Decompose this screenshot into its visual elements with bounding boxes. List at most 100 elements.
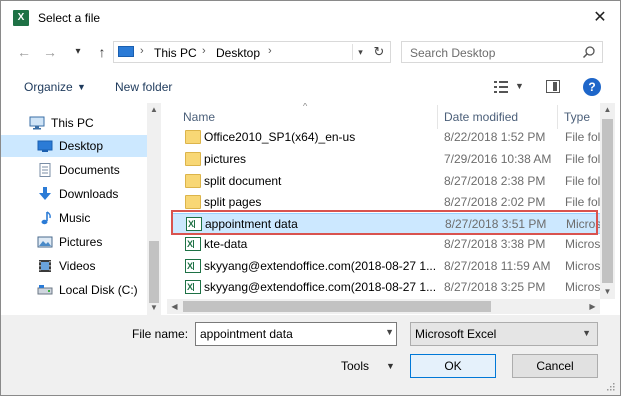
excel-file-icon [186, 217, 202, 231]
file-row[interactable]: pictures 7/29/2016 10:38 AM File fol [171, 149, 603, 170]
sidebar-item-music[interactable]: Music [1, 207, 147, 229]
sidebar-item-local-disk[interactable]: Local Disk (C:) [1, 279, 147, 301]
column-divider[interactable] [437, 105, 438, 129]
file-name: split document [204, 174, 282, 188]
file-row-selected[interactable]: appointment data 8/27/2018 3:51 PM Micro… [171, 213, 603, 234]
pictures-icon [37, 236, 53, 248]
file-row[interactable]: skyyang@extendoffice.com(2018-08-27 1...… [171, 256, 603, 277]
address-dropdown-icon[interactable]: ▾ [352, 44, 368, 60]
scrollbar-thumb[interactable] [602, 119, 613, 283]
recent-locations-button[interactable]: ▾ [69, 43, 87, 61]
excel-app-icon: X [13, 10, 29, 26]
chevron-down-icon: ▼ [582, 328, 591, 338]
disk-icon [37, 285, 53, 295]
file-type: Micros [565, 280, 601, 294]
scroll-down-icon[interactable]: ▼ [600, 285, 615, 299]
sidebar-item-downloads[interactable]: Downloads [1, 183, 147, 205]
desktop-icon [37, 140, 53, 152]
search-input[interactable]: Search Desktop [410, 46, 495, 60]
ok-button[interactable]: OK [410, 354, 496, 378]
scroll-up-icon[interactable]: ▲ [600, 103, 615, 117]
navigation-pane-scrollbar[interactable]: ▲ ▼ [147, 103, 161, 315]
file-dialog: X Select a file ✕ ← → ▾ ↑ › This PC › De… [0, 0, 621, 396]
file-type-select[interactable]: Microsoft Excel ▼ [410, 322, 598, 346]
sidebar-item-label: Downloads [59, 187, 119, 201]
navigation-bar: ← → ▾ ↑ › This PC › Desktop › ▾ ↻ Search… [1, 35, 620, 71]
search-icon [582, 46, 595, 59]
breadcrumb-desktop[interactable]: Desktop [216, 46, 260, 60]
resize-grip-icon[interactable] [605, 381, 615, 391]
folder-icon [185, 152, 201, 166]
back-button[interactable]: ← [15, 43, 33, 61]
sidebar-item-label: Local Disk (C:) [59, 283, 138, 297]
preview-pane-icon[interactable] [546, 80, 560, 93]
sidebar-item-documents[interactable]: Documents [1, 159, 147, 181]
help-icon[interactable]: ? [583, 78, 601, 96]
file-list-vertical-scrollbar[interactable]: ▲ ▼ [600, 103, 615, 299]
organize-caret-icon[interactable]: ▼ [77, 82, 86, 92]
file-row[interactable]: split pages 8/27/2018 2:02 PM File fol [171, 192, 603, 213]
file-row[interactable]: split document 8/27/2018 2:38 PM File fo… [171, 171, 603, 192]
file-name-label: File name: [132, 327, 189, 341]
file-name-dropdown-icon[interactable]: ▼ [385, 327, 394, 337]
file-row[interactable]: skyyang@extendoffice.com(2018-08-27 1...… [171, 277, 603, 298]
tools-caret-icon[interactable]: ▼ [386, 361, 395, 371]
file-date: 7/29/2016 10:38 AM [444, 152, 552, 166]
scroll-left-icon[interactable]: ◀ [167, 299, 182, 314]
file-name: kte-data [204, 237, 248, 251]
view-options-icon[interactable] [494, 81, 508, 93]
file-row[interactable]: Office2010_SP1(x64)_en-us 8/22/2018 1:52… [171, 127, 603, 148]
excel-file-icon [185, 237, 201, 251]
sidebar-item-videos[interactable]: Videos [1, 255, 147, 277]
address-bar[interactable]: › This PC › Desktop › ▾ ↻ [113, 41, 391, 63]
cancel-button[interactable]: Cancel [512, 354, 598, 378]
file-name: skyyang@extendoffice.com(2018-08-27 1... [204, 280, 437, 294]
sort-ascending-icon: ^ [303, 103, 308, 111]
navigation-pane: This PC Desktop Documents Downloads Musi… [1, 103, 161, 315]
new-folder-button[interactable]: New folder [115, 80, 172, 94]
sidebar-item-this-pc[interactable]: This PC [1, 112, 147, 134]
sidebar-item-pictures[interactable]: Pictures [1, 231, 147, 253]
column-divider[interactable] [557, 105, 558, 129]
scroll-right-icon[interactable]: ▶ [585, 299, 600, 314]
scroll-down-icon[interactable]: ▼ [147, 301, 161, 315]
file-list: ^ Name Date modified Type Office2010_SP1… [167, 103, 620, 315]
file-type: File fol [565, 195, 601, 209]
forward-button[interactable]: → [41, 43, 59, 61]
file-type: Micros [565, 259, 601, 273]
dialog-footer: File name: ▼ Microsoft Excel ▼ Tools ▼ O… [1, 315, 620, 395]
breadcrumb-separator: › [268, 45, 272, 57]
organize-button[interactable]: Organize [24, 80, 73, 94]
close-button[interactable]: ✕ [585, 7, 615, 29]
file-name: pictures [204, 152, 247, 166]
tools-menu-button[interactable]: Tools [341, 359, 369, 373]
file-list-horizontal-scrollbar[interactable]: ◀ ▶ [167, 299, 600, 314]
sidebar-item-label: Documents [59, 163, 120, 177]
music-icon [41, 211, 51, 225]
breadcrumb-this-pc[interactable]: This PC [154, 46, 197, 60]
this-pc-icon [118, 46, 134, 57]
file-type-value: Microsoft Excel [415, 327, 497, 341]
view-options-caret-icon[interactable]: ▼ [515, 81, 524, 91]
sidebar-item-desktop[interactable]: Desktop [1, 135, 147, 157]
downloads-icon [39, 187, 51, 200]
file-row[interactable]: kte-data 8/27/2018 3:38 PM Micros [171, 234, 603, 255]
title-bar: X Select a file ✕ [1, 1, 620, 35]
file-type: File fol [565, 130, 601, 144]
file-name-input[interactable] [200, 326, 376, 342]
search-box[interactable]: Search Desktop [401, 41, 603, 63]
refresh-icon[interactable]: ↻ [370, 43, 388, 61]
file-date: 8/27/2018 2:38 PM [444, 174, 546, 188]
file-name-combobox[interactable]: ▼ [195, 322, 397, 346]
up-button[interactable]: ↑ [93, 43, 111, 61]
sidebar-item-label: This PC [51, 116, 94, 130]
dialog-title: Select a file [38, 11, 101, 25]
breadcrumb-separator: › [140, 45, 144, 57]
monitor-icon [29, 116, 45, 130]
file-name: split pages [204, 195, 262, 209]
sidebar-item-label: Music [59, 211, 91, 225]
scrollbar-thumb[interactable] [183, 301, 491, 312]
scrollbar-thumb[interactable] [149, 241, 159, 303]
scroll-up-icon[interactable]: ▲ [147, 103, 161, 117]
documents-icon [39, 163, 51, 177]
